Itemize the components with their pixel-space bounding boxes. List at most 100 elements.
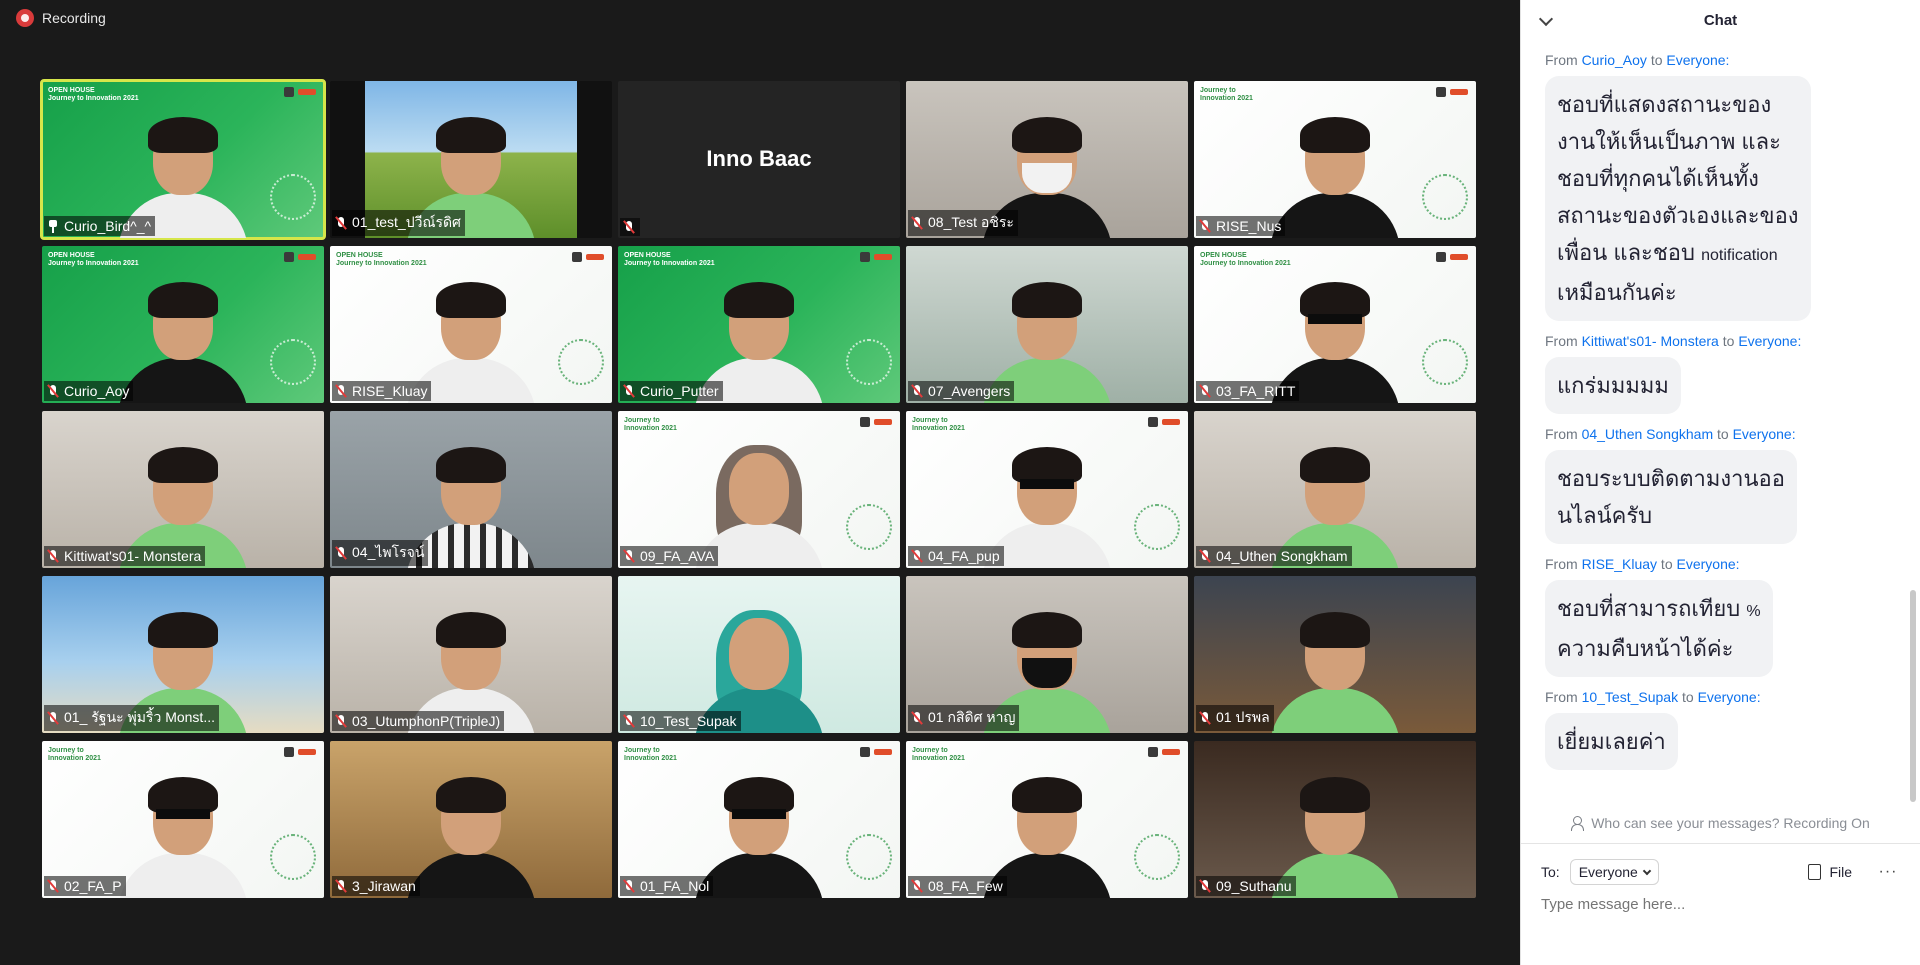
video-tile[interactable]: 01 ปรพล (1194, 576, 1476, 733)
video-tile[interactable]: Journey to Innovation 2021 02_FA_P (42, 741, 324, 898)
chat-message: From 04_Uthen Songkham to Everyone: ชอบระ… (1521, 426, 1920, 544)
participant-name: 04_Uthen Songkham (1216, 548, 1348, 564)
logo-mark (1148, 747, 1158, 757)
mic-muted-icon (622, 549, 636, 563)
network-graphic (846, 834, 892, 880)
person-hair (436, 612, 506, 648)
person-hair (148, 282, 218, 318)
message-sender[interactable]: 04_Uthen Songkham (1582, 426, 1714, 442)
recipient-row: To: Everyone File ··· (1541, 858, 1904, 886)
video-tile[interactable]: Inno Baac (618, 81, 900, 238)
logo-mark (284, 747, 294, 757)
recording-indicator[interactable]: Recording (16, 8, 106, 28)
video-tile[interactable]: 09_Suthanu (1194, 741, 1476, 898)
participant-name-tag: 08_FA_Few (908, 876, 1007, 896)
video-tile[interactable]: 04_ไพโรจน์ (330, 411, 612, 568)
person-hair (436, 117, 506, 153)
message-sender[interactable]: Curio_Aoy (1582, 52, 1647, 68)
chat-messages[interactable]: From Curio_Aoy to Everyone: ชอบที่แสดงสถา… (1521, 42, 1920, 804)
face-mask (1022, 163, 1072, 193)
message-sender[interactable]: Kittiwat's01- Monstera (1582, 333, 1719, 349)
participant-name-tag: 01 กสิดิศ หาญ (908, 705, 1020, 731)
file-button[interactable]: File (1808, 864, 1852, 880)
mic-muted-icon (622, 384, 636, 398)
mic-muted-icon (910, 384, 924, 398)
participant-name-tag: Curio_Putter (620, 381, 723, 401)
visibility-note-text: Who can see your messages? Recording On (1591, 815, 1870, 831)
mic-muted-icon (334, 714, 348, 728)
person-hair (1300, 447, 1370, 483)
video-tile[interactable]: 10_Test_Supak (618, 576, 900, 733)
video-tile[interactable]: Journey to Innovation 2021 09_FA_AVA (618, 411, 900, 568)
from-word: From (1545, 689, 1582, 705)
pixel-sunglasses (1308, 314, 1362, 324)
video-tile[interactable]: 04_Uthen Songkham (1194, 411, 1476, 568)
logo-mark (284, 87, 294, 97)
logo-mark (1162, 749, 1180, 755)
video-tile[interactable]: 01_test_ปวีณ์รดิศ (330, 81, 612, 238)
participant-name-tag: 03_UtumphonP(TripleJ) (332, 711, 505, 731)
chat-scrollbar[interactable] (1910, 590, 1916, 802)
person-head (729, 618, 789, 690)
participant-name: 08_FA_Few (928, 878, 1003, 894)
participant-name-tag: 07_Avengers (908, 381, 1015, 401)
message-bubble[interactable]: ชอบที่สามารถเทียบ % ความคืบหน้าได้ค่ะ (1545, 580, 1773, 677)
chat-title: Chat (1703, 12, 1738, 29)
divider (1521, 843, 1920, 844)
video-tile[interactable]: OPEN HOUSE Journey to Innovation 2021 Cur… (42, 246, 324, 403)
participant-video (694, 777, 824, 898)
message-recipient[interactable]: Everyone: (1677, 556, 1740, 572)
message-recipient[interactable]: Everyone: (1738, 333, 1801, 349)
message-bubble[interactable]: แกร่มมมมม (1545, 357, 1681, 414)
message-text-small: notification (1701, 247, 1778, 264)
video-tile[interactable]: Journey to Innovation 2021 08_FA_Few (906, 741, 1188, 898)
video-tile[interactable]: 3_Jirawan (330, 741, 612, 898)
logo-mark (1162, 419, 1180, 425)
logo-mark (860, 417, 870, 427)
chat-message: From Curio_Aoy to Everyone: ชอบที่แสดงสถา… (1521, 52, 1920, 321)
video-tile[interactable]: 07_Avengers (906, 246, 1188, 403)
message-bubble[interactable]: เยี่ยมเลยค่า (1545, 713, 1678, 770)
video-tile[interactable]: OPEN HOUSE Journey to Innovation 2021 Cur… (618, 246, 900, 403)
mic-muted-icon (910, 711, 924, 725)
message-line: เหมือนกันค่ะ (1557, 274, 1799, 311)
more-options-button[interactable]: ··· (1872, 858, 1904, 886)
event-banner: Journey to Innovation 2021 (912, 747, 965, 762)
video-tile[interactable]: 01_ รัฐนะ พุ่มริ้ว Monst... (42, 576, 324, 733)
message-bubble[interactable]: ชอบระบบติดตามงานออ นไลน์ครับ (1545, 450, 1797, 544)
recipient-select[interactable]: Everyone (1569, 859, 1659, 885)
visibility-note[interactable]: Who can see your messages? Recording On (1521, 815, 1920, 831)
message-bubble[interactable]: ชอบที่แสดงสถานะของ งานให้เห็นเป็นภาพ และช… (1545, 76, 1811, 321)
mic-muted-icon (46, 549, 60, 563)
chat-message-input[interactable] (1541, 896, 1904, 913)
video-tile[interactable]: 01 กสิดิศ หาญ (906, 576, 1188, 733)
message-text: เหมือนกันค่ะ (1557, 280, 1677, 305)
person-body (406, 853, 536, 898)
partner-logo (284, 747, 316, 757)
message-recipient[interactable]: Everyone: (1733, 426, 1796, 442)
message-sender[interactable]: 10_Test_Supak (1582, 689, 1679, 705)
logo-mark (572, 252, 582, 262)
logo-mark (1148, 417, 1158, 427)
logo-mark (1450, 254, 1468, 260)
video-tile[interactable]: 08_Test อชิระ (906, 81, 1188, 238)
message-text: สถานะของตัวเองและของ (1557, 203, 1799, 228)
message-line: นไลน์ครับ (1557, 497, 1785, 534)
chat-message: From Kittiwat's01- Monstera to Everyone:… (1521, 333, 1920, 414)
video-tile[interactable]: OPEN HOUSE Journey to Innovation 2021 03_… (1194, 246, 1476, 403)
video-tile[interactable]: Journey to Innovation 2021 01_FA_Nol (618, 741, 900, 898)
message-recipient[interactable]: Everyone: (1698, 689, 1761, 705)
message-recipient[interactable]: Everyone: (1666, 52, 1729, 68)
video-tile[interactable]: OPEN HOUSE Journey to Innovation 2021 RIS… (330, 246, 612, 403)
message-sender[interactable]: RISE_Kluay (1582, 556, 1657, 572)
video-tile[interactable]: Journey to Innovation 2021 04_FA_pup (906, 411, 1188, 568)
network-graphic (1422, 339, 1468, 385)
video-tile[interactable]: OPEN HOUSE Journey to Innovation 2021 Cur… (40, 79, 326, 240)
video-tile[interactable]: Kittiwat's01- Monstera (42, 411, 324, 568)
video-tile[interactable]: Journey to Innovation 2021 RISE_Nus (1194, 81, 1476, 238)
participant-name-tag: 01_FA_Nol (620, 876, 714, 896)
chat-message: From RISE_Kluay to Everyone: ชอบที่สามารถ… (1521, 556, 1920, 677)
chat-panel: Chat From Curio_Aoy to Everyone: ชอบที่แส… (1520, 0, 1920, 965)
video-tile[interactable]: 03_UtumphonP(TripleJ) (330, 576, 612, 733)
participant-name-tag: 09_FA_AVA (620, 546, 719, 566)
